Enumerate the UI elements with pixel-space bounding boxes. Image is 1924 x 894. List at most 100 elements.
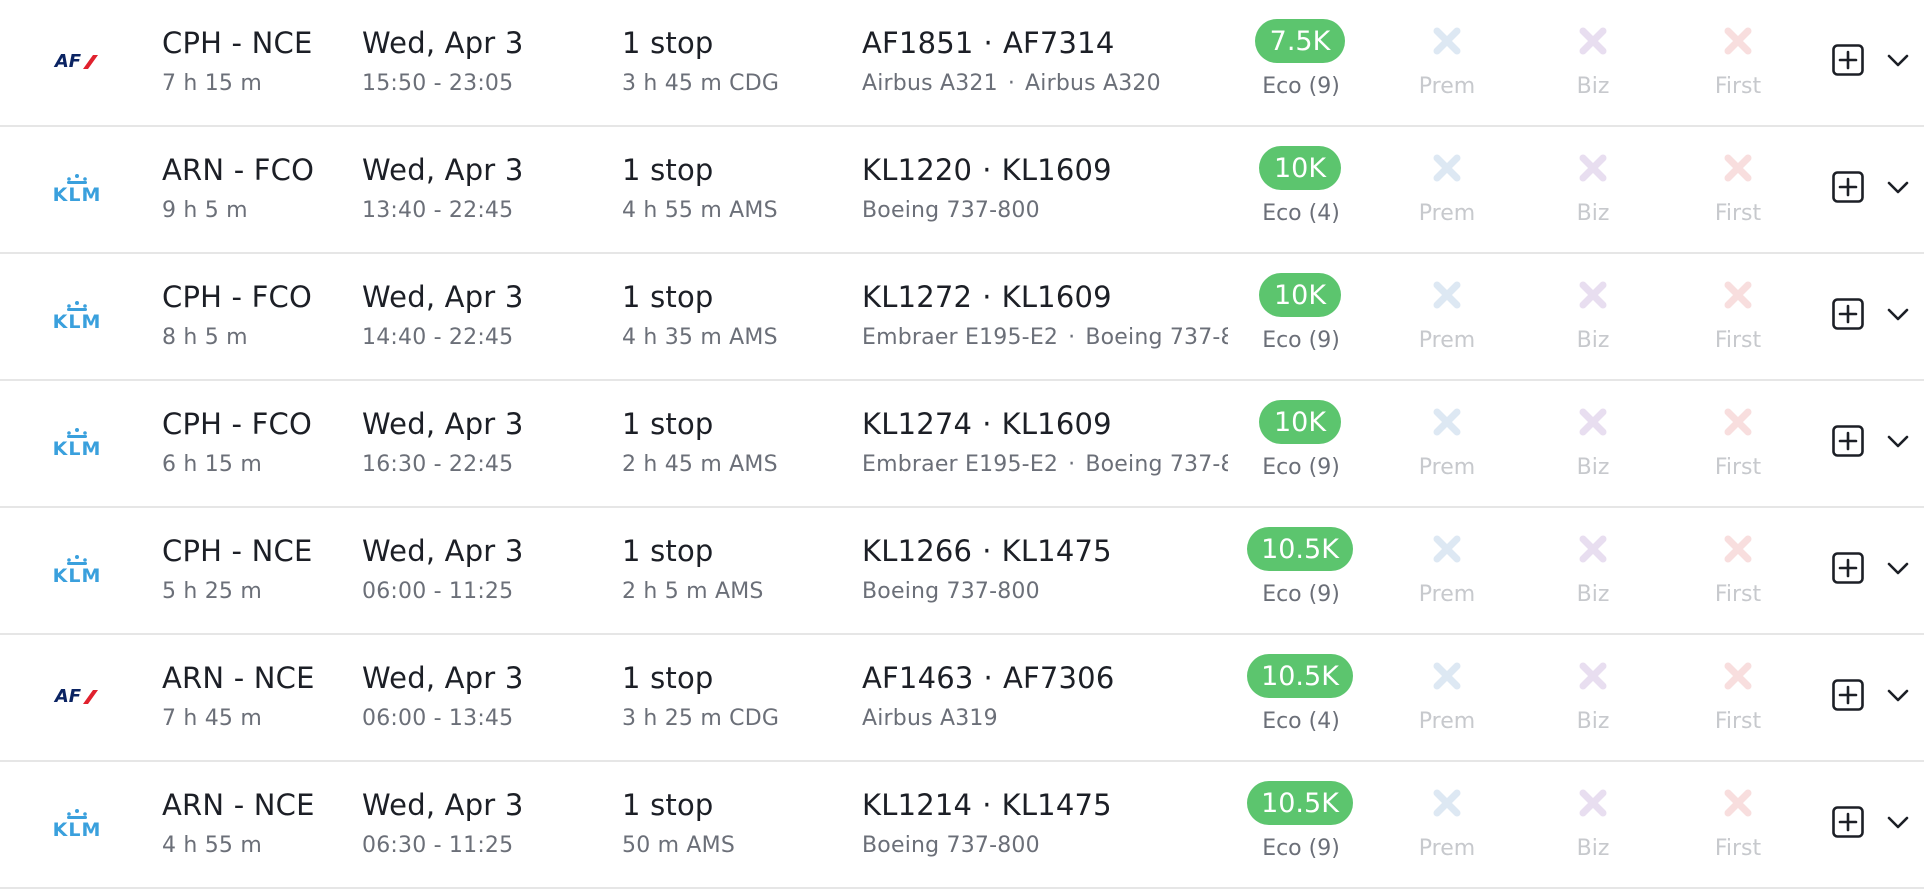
flight-row[interactable]: KLM CPH - FCO 8 h 5 m Wed, Apr 3 14:40 - 22:… (0, 254, 1924, 381)
flight-number: AF1463 (862, 661, 974, 695)
add-button[interactable] (1832, 552, 1864, 584)
add-button[interactable] (1832, 44, 1864, 76)
add-button[interactable] (1832, 425, 1864, 457)
aircraft-types: Embraer E195-E2 · Boeing 737-800 (862, 327, 1228, 349)
chevron-down-icon (1887, 54, 1909, 67)
flight-numbers: KL1274 · KL1609 (862, 410, 1112, 439)
expand-button[interactable] (1884, 558, 1912, 578)
flight-numbers: KL1220 · KL1609 (862, 156, 1112, 185)
plus-square-icon (1832, 552, 1864, 584)
expand-button[interactable] (1884, 431, 1912, 451)
expand-button[interactable] (1884, 304, 1912, 324)
airfrance-logo: AF (44, 44, 110, 80)
cabin-economy-label: Eco (9) (1262, 74, 1340, 99)
separator-dot: · (982, 407, 992, 441)
separator-dot: · (982, 788, 992, 822)
flight-number: KL1609 (1001, 407, 1112, 441)
klm-logo: KLM (44, 552, 110, 588)
cabin-prem-label: Prem (1418, 709, 1476, 734)
plus-square-icon (1832, 44, 1864, 76)
price-badge-economy[interactable]: 10.5K (1247, 527, 1353, 571)
klm-logo: KLM (44, 298, 110, 334)
flight-row[interactable]: KLM CPH - NCE 5 h 25 m Wed, Apr 3 06:00 - 11… (0, 508, 1924, 635)
cabin-biz-label: Biz (1576, 201, 1610, 226)
add-button[interactable] (1832, 298, 1864, 330)
separator-dot: · (982, 153, 992, 187)
flight-number: AF7306 (1002, 661, 1115, 695)
flight-numbers: KL1272 · KL1609 (862, 283, 1112, 312)
add-button[interactable] (1832, 806, 1864, 838)
unavailable-x-icon (1431, 279, 1463, 311)
unavailable-x-icon (1722, 787, 1754, 819)
cabin-prem-label: Prem (1418, 455, 1476, 480)
cabin-economy-label: Eco (4) (1262, 201, 1340, 226)
plus-square-icon (1832, 171, 1864, 203)
unavailable-x-icon (1577, 533, 1609, 565)
cabin-economy-label: Eco (4) (1262, 709, 1340, 734)
expand-button[interactable] (1884, 177, 1912, 197)
aircraft-type: Boeing 737-800 (1085, 454, 1228, 476)
unavailable-x-icon (1577, 406, 1609, 438)
flight-numbers: AF1851 · AF7314 (862, 29, 1114, 58)
unavailable-x-icon (1431, 787, 1463, 819)
flight-results-list: AF CPH - NCE 7 h 15 m Wed, Apr 3 15:50 - 23:… (0, 0, 1924, 889)
expand-button[interactable] (1884, 812, 1912, 832)
duration: 8 h 5 m (162, 325, 248, 350)
stop-count: 1 stop (622, 26, 714, 60)
add-button[interactable] (1832, 171, 1864, 203)
separator-dot: · (1007, 73, 1016, 95)
unavailable-x-icon (1722, 406, 1754, 438)
aircraft-types: Airbus A319 (862, 708, 1228, 730)
cabin-biz-label: Biz (1576, 836, 1610, 861)
route: CPH - FCO (162, 280, 313, 314)
flight-numbers: KL1266 · KL1475 (862, 537, 1112, 566)
expand-button[interactable] (1884, 685, 1912, 705)
flight-row[interactable]: AF CPH - NCE 7 h 15 m Wed, Apr 3 15:50 - 23:… (0, 0, 1924, 127)
expand-button[interactable] (1884, 50, 1912, 70)
flight-number: AF1851 (862, 26, 974, 60)
unavailable-x-icon (1722, 660, 1754, 692)
flight-number: KL1272 (862, 280, 973, 314)
flight-row[interactable]: KLM ARN - FCO 9 h 5 m Wed, Apr 3 13:40 - 22:… (0, 127, 1924, 254)
flight-numbers: AF1463 · AF7306 (862, 664, 1114, 693)
stop-count: 1 stop (622, 407, 714, 441)
add-button[interactable] (1832, 679, 1864, 711)
cabin-first-label: First (1714, 582, 1762, 607)
flight-times: 06:30 - 11:25 (362, 833, 514, 858)
chevron-down-icon (1887, 689, 1909, 702)
aircraft-type: Boeing 737-800 (862, 581, 1040, 603)
flight-row[interactable]: AF ARN - NCE 7 h 45 m Wed, Apr 3 06:00 - 13:… (0, 635, 1924, 762)
flight-row[interactable]: KLM CPH - FCO 6 h 15 m Wed, Apr 3 16:30 - 22… (0, 381, 1924, 508)
price-badge-economy[interactable]: 7.5K (1255, 19, 1345, 63)
aircraft-types: Boeing 737-800 (862, 835, 1228, 857)
separator-dot: · (983, 661, 993, 695)
klm-logo-text: KLM (52, 310, 102, 333)
plus-square-icon (1832, 679, 1864, 711)
price-badge-economy[interactable]: 10.5K (1247, 781, 1353, 825)
separator-dot: · (983, 26, 993, 60)
cabin-economy-label: Eco (9) (1262, 328, 1340, 353)
aircraft-types: Boeing 737-800 (862, 200, 1228, 222)
duration: 5 h 25 m (162, 579, 262, 604)
price-badge-economy[interactable]: 10.5K (1247, 654, 1353, 698)
airfrance-logo: AF (44, 679, 110, 715)
separator-dot: · (1068, 454, 1076, 476)
stop-count: 1 stop (622, 661, 714, 695)
layover: 3 h 45 m CDG (622, 71, 780, 96)
flight-date: Wed, Apr 3 (362, 280, 524, 314)
cabin-biz-label: Biz (1576, 74, 1610, 99)
price-badge-economy[interactable]: 10K (1259, 400, 1341, 444)
price-badge-economy[interactable]: 10K (1259, 146, 1341, 190)
cabin-prem-label: Prem (1418, 582, 1476, 607)
flight-number: KL1266 (862, 534, 973, 568)
klm-logo: KLM (44, 425, 110, 461)
stop-count: 1 stop (622, 534, 714, 568)
route: ARN - NCE (162, 788, 315, 822)
duration: 4 h 55 m (162, 833, 262, 858)
duration: 7 h 45 m (162, 706, 262, 731)
klm-logo-text: KLM (52, 183, 102, 206)
unavailable-x-icon (1431, 406, 1463, 438)
aircraft-type: Airbus A319 (862, 708, 998, 730)
price-badge-economy[interactable]: 10K (1259, 273, 1341, 317)
flight-row[interactable]: KLM ARN - NCE 4 h 55 m Wed, Apr 3 06:30 - 11… (0, 762, 1924, 889)
